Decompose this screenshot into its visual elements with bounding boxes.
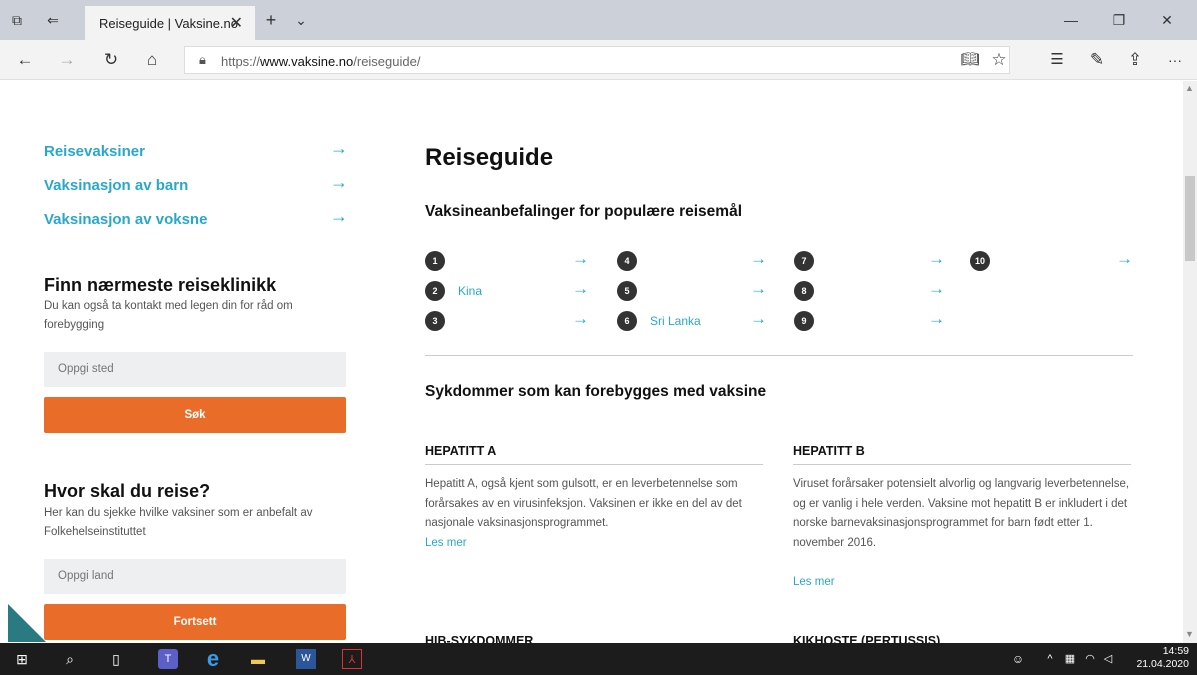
destination-badge: 9: [794, 311, 814, 331]
more-menu-icon[interactable]: ···: [1164, 50, 1186, 70]
location-input[interactable]: [44, 352, 346, 387]
arrow-right-icon[interactable]: →: [572, 309, 589, 329]
disease-divider: [793, 464, 1131, 465]
home-icon[interactable]: ⌂: [141, 50, 163, 70]
favorite-star-icon[interactable]: ☆: [988, 50, 1010, 70]
destination-badge: 3: [425, 311, 445, 331]
arrow-right-icon[interactable]: →: [572, 249, 589, 269]
people-icon[interactable]: ☺: [1008, 649, 1028, 669]
disease-divider: [425, 464, 763, 465]
disease-title-hepatitt-a[interactable]: HEPATITT A: [425, 444, 496, 458]
scroll-up-icon[interactable]: ▲: [1185, 83, 1194, 93]
file-explorer-icon[interactable]: ▬: [248, 649, 268, 669]
destination-badge: 1: [425, 251, 445, 271]
section-divider: [425, 355, 1133, 356]
destination-link-kina[interactable]: Kina: [458, 284, 482, 298]
sidebar-link-voksne[interactable]: Vaksinasjon av voksne: [44, 211, 207, 228]
arrow-right-icon[interactable]: →: [928, 249, 945, 269]
taskbar-clock[interactable]: 14:59 21.04.2020: [1136, 645, 1189, 671]
destinations-heading: Vaksineanbefalinger for populære reisemå…: [425, 203, 743, 220]
disease-title-hepatitt-b[interactable]: HEPATITT B: [793, 444, 865, 458]
word-icon[interactable]: W: [296, 649, 316, 669]
windows-taskbar: ⊞ ⌕ ▯ T e ▬ W ⅄ ☺ ^ ▦ ◠ ◁ 14:59 21.04.20…: [0, 643, 1197, 675]
destination-badge: 5: [617, 281, 637, 301]
search-button[interactable]: Søk: [44, 397, 346, 433]
arrow-right-icon[interactable]: →: [330, 172, 348, 193]
destination-link-sri-lanka[interactable]: Sri Lanka: [650, 314, 701, 328]
diseases-heading: Sykdommer som kan forebygges med vaksine: [425, 383, 767, 400]
clinic-text: Du kan også ta kontakt med legen din for…: [44, 300, 293, 331]
chevron-up-icon[interactable]: ^: [1040, 649, 1060, 669]
close-window-button[interactable]: ✕: [1152, 10, 1182, 30]
clinic-heading: Finn nærmeste reiseklinikk: [44, 275, 277, 295]
arrow-right-icon[interactable]: →: [330, 138, 348, 159]
network-icon[interactable]: ▦: [1060, 649, 1080, 669]
arrow-right-icon[interactable]: →: [750, 309, 767, 329]
page-content: Reisevaksiner → Vaksinasjon av barn → Va…: [0, 81, 1183, 643]
forward-icon[interactable]: →: [56, 50, 78, 70]
url-text[interactable]: https://www.vaksine.no/reiseguide/: [221, 54, 420, 69]
scroll-down-icon[interactable]: ▼: [1185, 629, 1194, 639]
tab-actions-icon[interactable]: ⧉: [8, 11, 26, 29]
arrow-right-icon[interactable]: →: [750, 279, 767, 299]
decorative-corner: [8, 604, 46, 642]
destination-badge: 6: [617, 311, 637, 331]
travel-heading: Hvor skal du reise?: [44, 481, 211, 501]
disease-text-hepatitt-b: Viruset forårsaker potensielt alvorlig o…: [793, 478, 1130, 549]
task-view-icon[interactable]: ▯: [106, 649, 126, 669]
arrow-right-icon[interactable]: →: [330, 206, 348, 227]
browser-tab[interactable]: Reiseguide | Vaksine.no ✕: [85, 6, 255, 40]
new-tab-button[interactable]: +: [262, 11, 280, 29]
start-icon[interactable]: ⊞: [12, 649, 32, 669]
disease-title-kikhoste[interactable]: KIKHOSTE (PERTUSSIS): [793, 634, 940, 643]
destination-badge: 4: [617, 251, 637, 271]
disease-title-hib[interactable]: HIB-SYKDOMMER: [425, 634, 533, 643]
favorites-list-icon[interactable]: ☰: [1046, 50, 1068, 70]
travel-text: Her kan du sjekke hvilke vaksiner som er…: [44, 507, 313, 538]
arrow-right-icon[interactable]: →: [928, 279, 945, 299]
scrollbar-thumb[interactable]: [1185, 176, 1195, 261]
arrow-right-icon[interactable]: →: [572, 279, 589, 299]
maximize-button[interactable]: ❐: [1104, 10, 1134, 30]
tab-close-icon[interactable]: ✕: [230, 13, 243, 33]
page-scrollbar[interactable]: ▲ ▼: [1183, 81, 1197, 643]
arrow-right-icon[interactable]: →: [1116, 249, 1133, 269]
disease-text-hepatitt-a: Hepatitt A, også kjent som gulsott, er e…: [425, 478, 742, 529]
pen-icon[interactable]: ✎: [1086, 50, 1108, 70]
arrow-right-icon[interactable]: →: [928, 309, 945, 329]
share-icon[interactable]: ⇪: [1124, 50, 1146, 70]
read-more-link-hepatitt-a[interactable]: Les mer: [425, 537, 467, 549]
wifi-icon[interactable]: ◠: [1080, 649, 1100, 669]
lock-icon: 🔒︎: [199, 52, 206, 67]
country-input[interactable]: [44, 559, 346, 594]
tab-title: Reiseguide | Vaksine.no: [99, 16, 239, 31]
tab-menu-icon[interactable]: ⌄: [292, 11, 310, 29]
edge-icon[interactable]: e: [203, 648, 223, 670]
browser-tab-bar: ⧉ ⇐ Reiseguide | Vaksine.no ✕ + ⌄ — ❐ ✕: [0, 0, 1197, 40]
set-tabs-aside-icon[interactable]: ⇐: [44, 11, 62, 29]
destination-badge: 7: [794, 251, 814, 271]
address-toolbar: ← → ↻ ⌂ 🔒︎ https://www.vaksine.no/reiseg…: [0, 40, 1197, 80]
teams-icon[interactable]: T: [158, 649, 178, 669]
search-icon[interactable]: ⌕: [60, 649, 80, 669]
refresh-icon[interactable]: ↻: [100, 50, 122, 70]
destination-badge: 2: [425, 281, 445, 301]
reading-view-icon[interactable]: 📖︎: [959, 50, 981, 70]
sidebar-link-barn[interactable]: Vaksinasjon av barn: [44, 177, 188, 194]
sidebar-link-reisevaksiner[interactable]: Reisevaksiner: [44, 143, 145, 160]
destination-badge: 8: [794, 281, 814, 301]
page-title: Reiseguide: [425, 144, 554, 171]
read-more-link-hepatitt-b[interactable]: Les mer: [793, 576, 835, 588]
pdf-icon[interactable]: ⅄: [342, 649, 362, 669]
volume-icon[interactable]: ◁: [1098, 649, 1118, 669]
minimize-button[interactable]: —: [1056, 10, 1086, 30]
address-bar[interactable]: 🔒︎ https://www.vaksine.no/reiseguide/: [184, 46, 1010, 74]
destination-badge: 10: [970, 251, 990, 271]
arrow-right-icon[interactable]: →: [750, 249, 767, 269]
continue-button[interactable]: Fortsett: [44, 604, 346, 640]
back-icon[interactable]: ←: [14, 50, 36, 70]
